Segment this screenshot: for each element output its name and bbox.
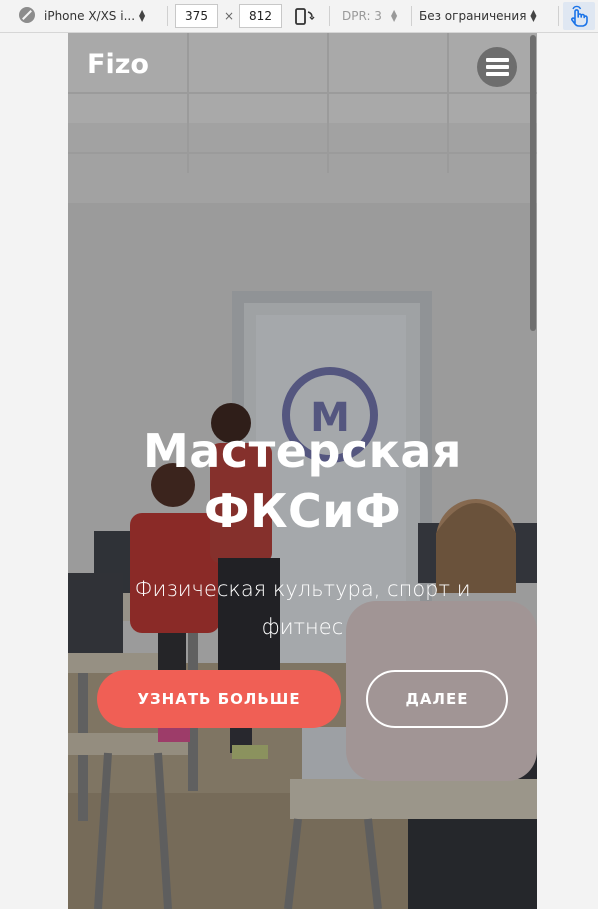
select-arrows-icon [530, 10, 538, 22]
dpr-label: DPR: 3 [342, 9, 382, 23]
width-input[interactable] [175, 4, 218, 28]
site-logo[interactable]: Fizo [87, 49, 149, 80]
divider [411, 6, 412, 26]
divider [167, 6, 168, 26]
touch-hand-icon [571, 5, 588, 27]
touch-toggle-button[interactable] [563, 2, 595, 30]
divider [558, 6, 559, 26]
height-input[interactable] [239, 4, 282, 28]
viewport-scrollbar[interactable] [529, 33, 537, 909]
learn-more-button[interactable]: УЗНАТЬ БОЛЬШЕ [97, 670, 341, 728]
rotate-icon[interactable] [293, 6, 315, 26]
menu-button[interactable] [477, 47, 517, 87]
device-select[interactable]: iPhone X/XS i... [44, 0, 162, 32]
hamburger-icon [486, 65, 509, 69]
device-viewport: M Fizo Мастерская ФКСиФ Физическая культ… [68, 33, 537, 909]
disable-icon[interactable] [19, 7, 35, 23]
divider [329, 6, 330, 26]
select-arrows-icon [391, 10, 399, 22]
device-select-label: iPhone X/XS i... [44, 9, 136, 23]
times-sign: × [224, 9, 235, 23]
throttling-label: Без ограничения [419, 9, 527, 23]
throttling-select[interactable]: Без ограничения [419, 0, 538, 32]
hero-title-line: ФКСиФ [203, 484, 402, 538]
hero-subtitle-line: Физическая культура, спорт и [134, 577, 471, 601]
hero-title: Мастерская ФКСиФ [68, 421, 537, 541]
hero-title-line: Мастерская [143, 424, 462, 478]
next-button[interactable]: ДАЛЕЕ [366, 670, 508, 728]
device-toolbar: iPhone X/XS i... × DPR: 3 Без ограничени… [0, 0, 598, 33]
dpr-select[interactable]: DPR: 3 [342, 0, 399, 32]
select-arrows-icon [139, 10, 147, 22]
hamburger-icon [486, 58, 509, 62]
scrollbar-thumb[interactable] [530, 35, 536, 331]
hero-subtitle-line: фитнес [261, 615, 344, 639]
hero-subtitle: Физическая культура, спорт и фитнес [118, 570, 487, 646]
hamburger-icon [486, 72, 509, 76]
